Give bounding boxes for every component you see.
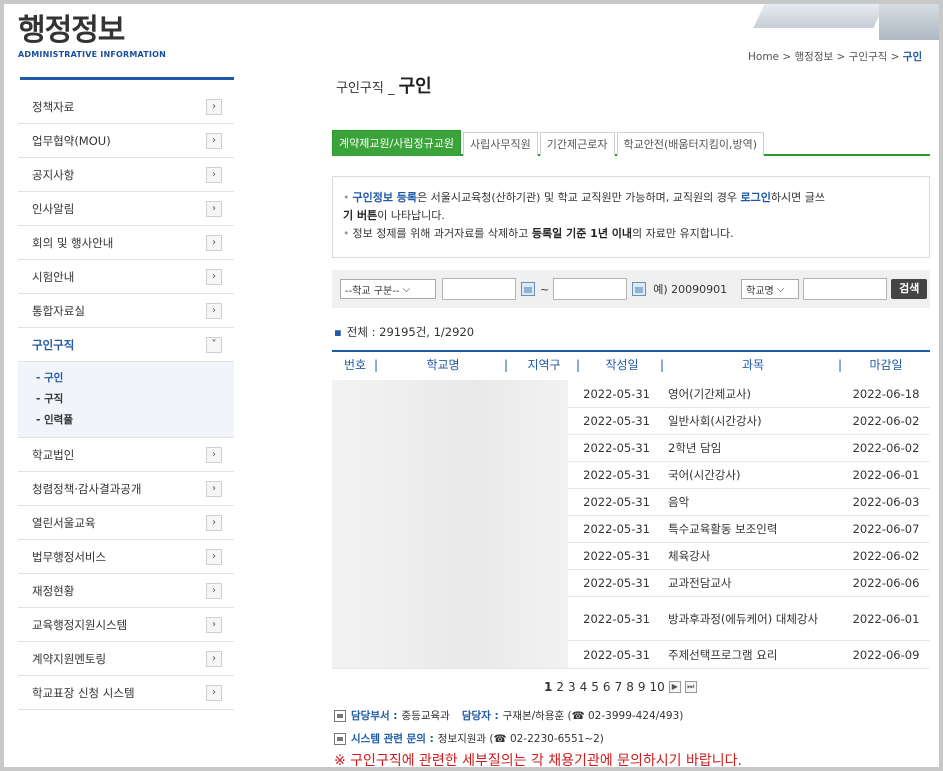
sidebar-item-finance[interactable]: 재정현황 › xyxy=(18,574,234,608)
chevron-down-icon: ⌵ xyxy=(402,283,411,295)
sidebar-nav: 정책자료 › 업무협약(MOU) › 공지사항 › 인사알림 › 회의 및 행사안내 › … xyxy=(18,90,234,710)
chevron-right-icon: › xyxy=(206,303,222,319)
chevron-right-icon: › xyxy=(206,583,222,599)
page-4[interactable]: 4 xyxy=(580,680,588,694)
header-decoration xyxy=(679,4,939,44)
tab-contract-teachers[interactable]: 계약제교원/사립정규교원 xyxy=(332,130,462,156)
sidebar-item-school-emblem[interactable]: 학교표장 신청 시스템 › xyxy=(18,676,234,710)
phone-icon xyxy=(334,732,346,745)
col-school: 학교명 xyxy=(378,352,508,380)
search-field-select[interactable]: 학교명 ⌵ xyxy=(741,279,800,299)
total-count: ▪ 전체 : 29195건, 1/2920 xyxy=(334,325,475,339)
next-page-icon[interactable]: ▶ xyxy=(668,681,681,693)
sidebar-item-admin-system[interactable]: 교육행정지원시스템 › xyxy=(18,608,234,642)
submenu-item-talent-pool[interactable]: - 인력풀 xyxy=(36,410,234,431)
col-subject: 과목 xyxy=(664,352,842,380)
date-from-input[interactable] xyxy=(442,278,516,300)
page-frame: 행정정보 ADMINISTRATIVE INFORMATION 정책자료 › 업무… xyxy=(0,0,943,771)
notice-line-1: • 구인정보 등록은 서울시교육청(산하기관) 및 학교 교직원만 가능하며, 교… xyxy=(343,191,825,222)
page-6[interactable]: 6 xyxy=(603,680,611,694)
breadcrumb-level1[interactable]: 행정정보 xyxy=(795,51,834,63)
breadcrumb-level2[interactable]: 구인구직 xyxy=(849,51,888,63)
page-9[interactable]: 9 xyxy=(638,680,646,694)
sidebar-item-integrity[interactable]: 청렴정책·감사결과공개 › xyxy=(18,472,234,506)
chevron-down-icon: ⌵ xyxy=(776,283,785,295)
contact-system: 시스템 관련 문의 : 정보지원과 (☎ 02-2230-6551~2) xyxy=(334,731,604,746)
calendar-icon[interactable] xyxy=(632,282,647,296)
breadcrumb: Home > 행정정보 > 구인구직 > 구인 xyxy=(748,51,923,63)
warning-message: ※ 구인구직에 관련한 세부질의는 각 채용기관에 문의하시기 바랍니다. xyxy=(334,753,742,769)
tab-fixed-term-workers[interactable]: 기간제근로자 xyxy=(539,132,615,156)
chevron-right-icon: › xyxy=(206,549,222,565)
col-date: 작성일 xyxy=(580,352,664,380)
search-input[interactable] xyxy=(803,278,888,300)
pagination: 1 2 3 4 5 6 7 8 9 10 ▶ ⏭ xyxy=(544,680,697,694)
section-divider xyxy=(20,77,234,80)
submenu-item-hiring[interactable]: - 구인 xyxy=(36,368,234,389)
table-header: 번호 학교명 지역구 작성일 과목 마감일 xyxy=(332,350,930,380)
page-10[interactable]: 10 xyxy=(649,680,664,694)
page-title: 구인구직 _ 구인 xyxy=(336,76,432,97)
chevron-right-icon: › xyxy=(206,133,222,149)
col-district: 지역구 xyxy=(508,352,580,380)
sidebar-item-open-education[interactable]: 열린서울교육 › xyxy=(18,506,234,540)
sidebar-item-policy[interactable]: 정책자료 › xyxy=(18,90,234,124)
chevron-right-icon: › xyxy=(206,617,222,633)
tab-school-safety[interactable]: 학교안전(배움터지킴이,방역) xyxy=(616,132,765,156)
search-bar: --학교 구분-- ⌵ ~ 예) 20090901 학교명 ⌵ 검색 xyxy=(332,270,930,308)
breadcrumb-current: 구인 xyxy=(902,51,923,63)
chevron-right-icon: › xyxy=(206,515,222,531)
page-2[interactable]: 2 xyxy=(556,680,564,694)
sidebar-item-archive[interactable]: 통합자료실 › xyxy=(18,294,234,328)
chevron-right-icon: › xyxy=(206,167,222,183)
breadcrumb-home[interactable]: Home xyxy=(748,51,779,63)
calendar-icon[interactable] xyxy=(521,282,535,296)
sidebar-item-jobs[interactable]: 구인구직 ˅ xyxy=(18,328,234,362)
date-format-hint: 예) 20090901 xyxy=(653,283,728,296)
chevron-right-icon: › xyxy=(206,201,222,217)
sidebar-item-exams[interactable]: 시험안내 › xyxy=(18,260,234,294)
section-title: 행정정보 xyxy=(18,13,125,48)
sidebar-item-school-corp[interactable]: 학교법인 › xyxy=(18,438,234,472)
notice-line-2: • 정보 정제를 위해 과거자료를 삭제하고 등록일 기준 1년 이내의 자료만 … xyxy=(343,227,734,240)
redacted-area xyxy=(332,380,568,668)
col-number: 번호 xyxy=(332,352,378,380)
sidebar-item-contract-mentoring[interactable]: 계약지원멘토링 › xyxy=(18,642,234,676)
sidebar-item-meetings[interactable]: 회의 및 행사안내 › xyxy=(18,226,234,260)
phone-icon xyxy=(334,709,346,722)
chevron-right-icon: › xyxy=(206,651,222,667)
col-deadline: 마감일 xyxy=(869,358,903,372)
chevron-right-icon: › xyxy=(206,99,222,115)
category-tabs: 계약제교원/사립정규교원 사립사무직원 기간제근로자 학교안전(배움터지킴이,방… xyxy=(332,130,930,156)
sidebar-submenu: - 구인 - 구직 - 인력풀 xyxy=(18,362,234,438)
sidebar-item-mou[interactable]: 업무협약(MOU) › xyxy=(18,124,234,158)
notice-box: • 구인정보 등록은 서울시교육청(산하기관) 및 학교 교직원만 가능하며, 교… xyxy=(332,176,930,258)
login-link[interactable]: 로그인 xyxy=(740,191,770,204)
page-1[interactable]: 1 xyxy=(544,680,552,694)
last-page-icon[interactable]: ⏭ xyxy=(684,681,697,693)
page-8[interactable]: 8 xyxy=(626,680,634,694)
tab-private-staff[interactable]: 사립사무직원 xyxy=(463,132,538,156)
school-type-select[interactable]: --학교 구분-- ⌵ xyxy=(340,279,436,299)
sidebar-item-personnel[interactable]: 인사알림 › xyxy=(18,192,234,226)
chevron-down-icon: ˅ xyxy=(206,337,222,353)
search-button[interactable]: 검색 xyxy=(891,279,928,299)
job-table: 번호 학교명 지역구 작성일 과목 마감일 2022-05-31영어(기간제교사… xyxy=(332,350,930,669)
submenu-item-seeking[interactable]: - 구직 xyxy=(36,389,234,410)
contact-dept: 담당부서 : 중등교육과 담당자 : 구재본/하용훈 (☎ 02-3999-42… xyxy=(334,708,683,723)
chevron-right-icon: › xyxy=(206,447,222,463)
chevron-right-icon: › xyxy=(206,685,222,701)
page-5[interactable]: 5 xyxy=(591,680,599,694)
chevron-right-icon: › xyxy=(206,235,222,251)
chevron-right-icon: › xyxy=(206,481,222,497)
page-7[interactable]: 7 xyxy=(615,680,623,694)
sidebar-item-notice[interactable]: 공지사항 › xyxy=(18,158,234,192)
sidebar-item-legal[interactable]: 법무행정서비스 › xyxy=(18,540,234,574)
page-3[interactable]: 3 xyxy=(568,680,576,694)
date-to-input[interactable] xyxy=(553,278,628,300)
sidebar: 행정정보 ADMINISTRATIVE INFORMATION 정책자료 › 업무… xyxy=(18,14,234,710)
section-subtitle: ADMINISTRATIVE INFORMATION xyxy=(18,50,167,59)
chevron-right-icon: › xyxy=(206,269,222,285)
